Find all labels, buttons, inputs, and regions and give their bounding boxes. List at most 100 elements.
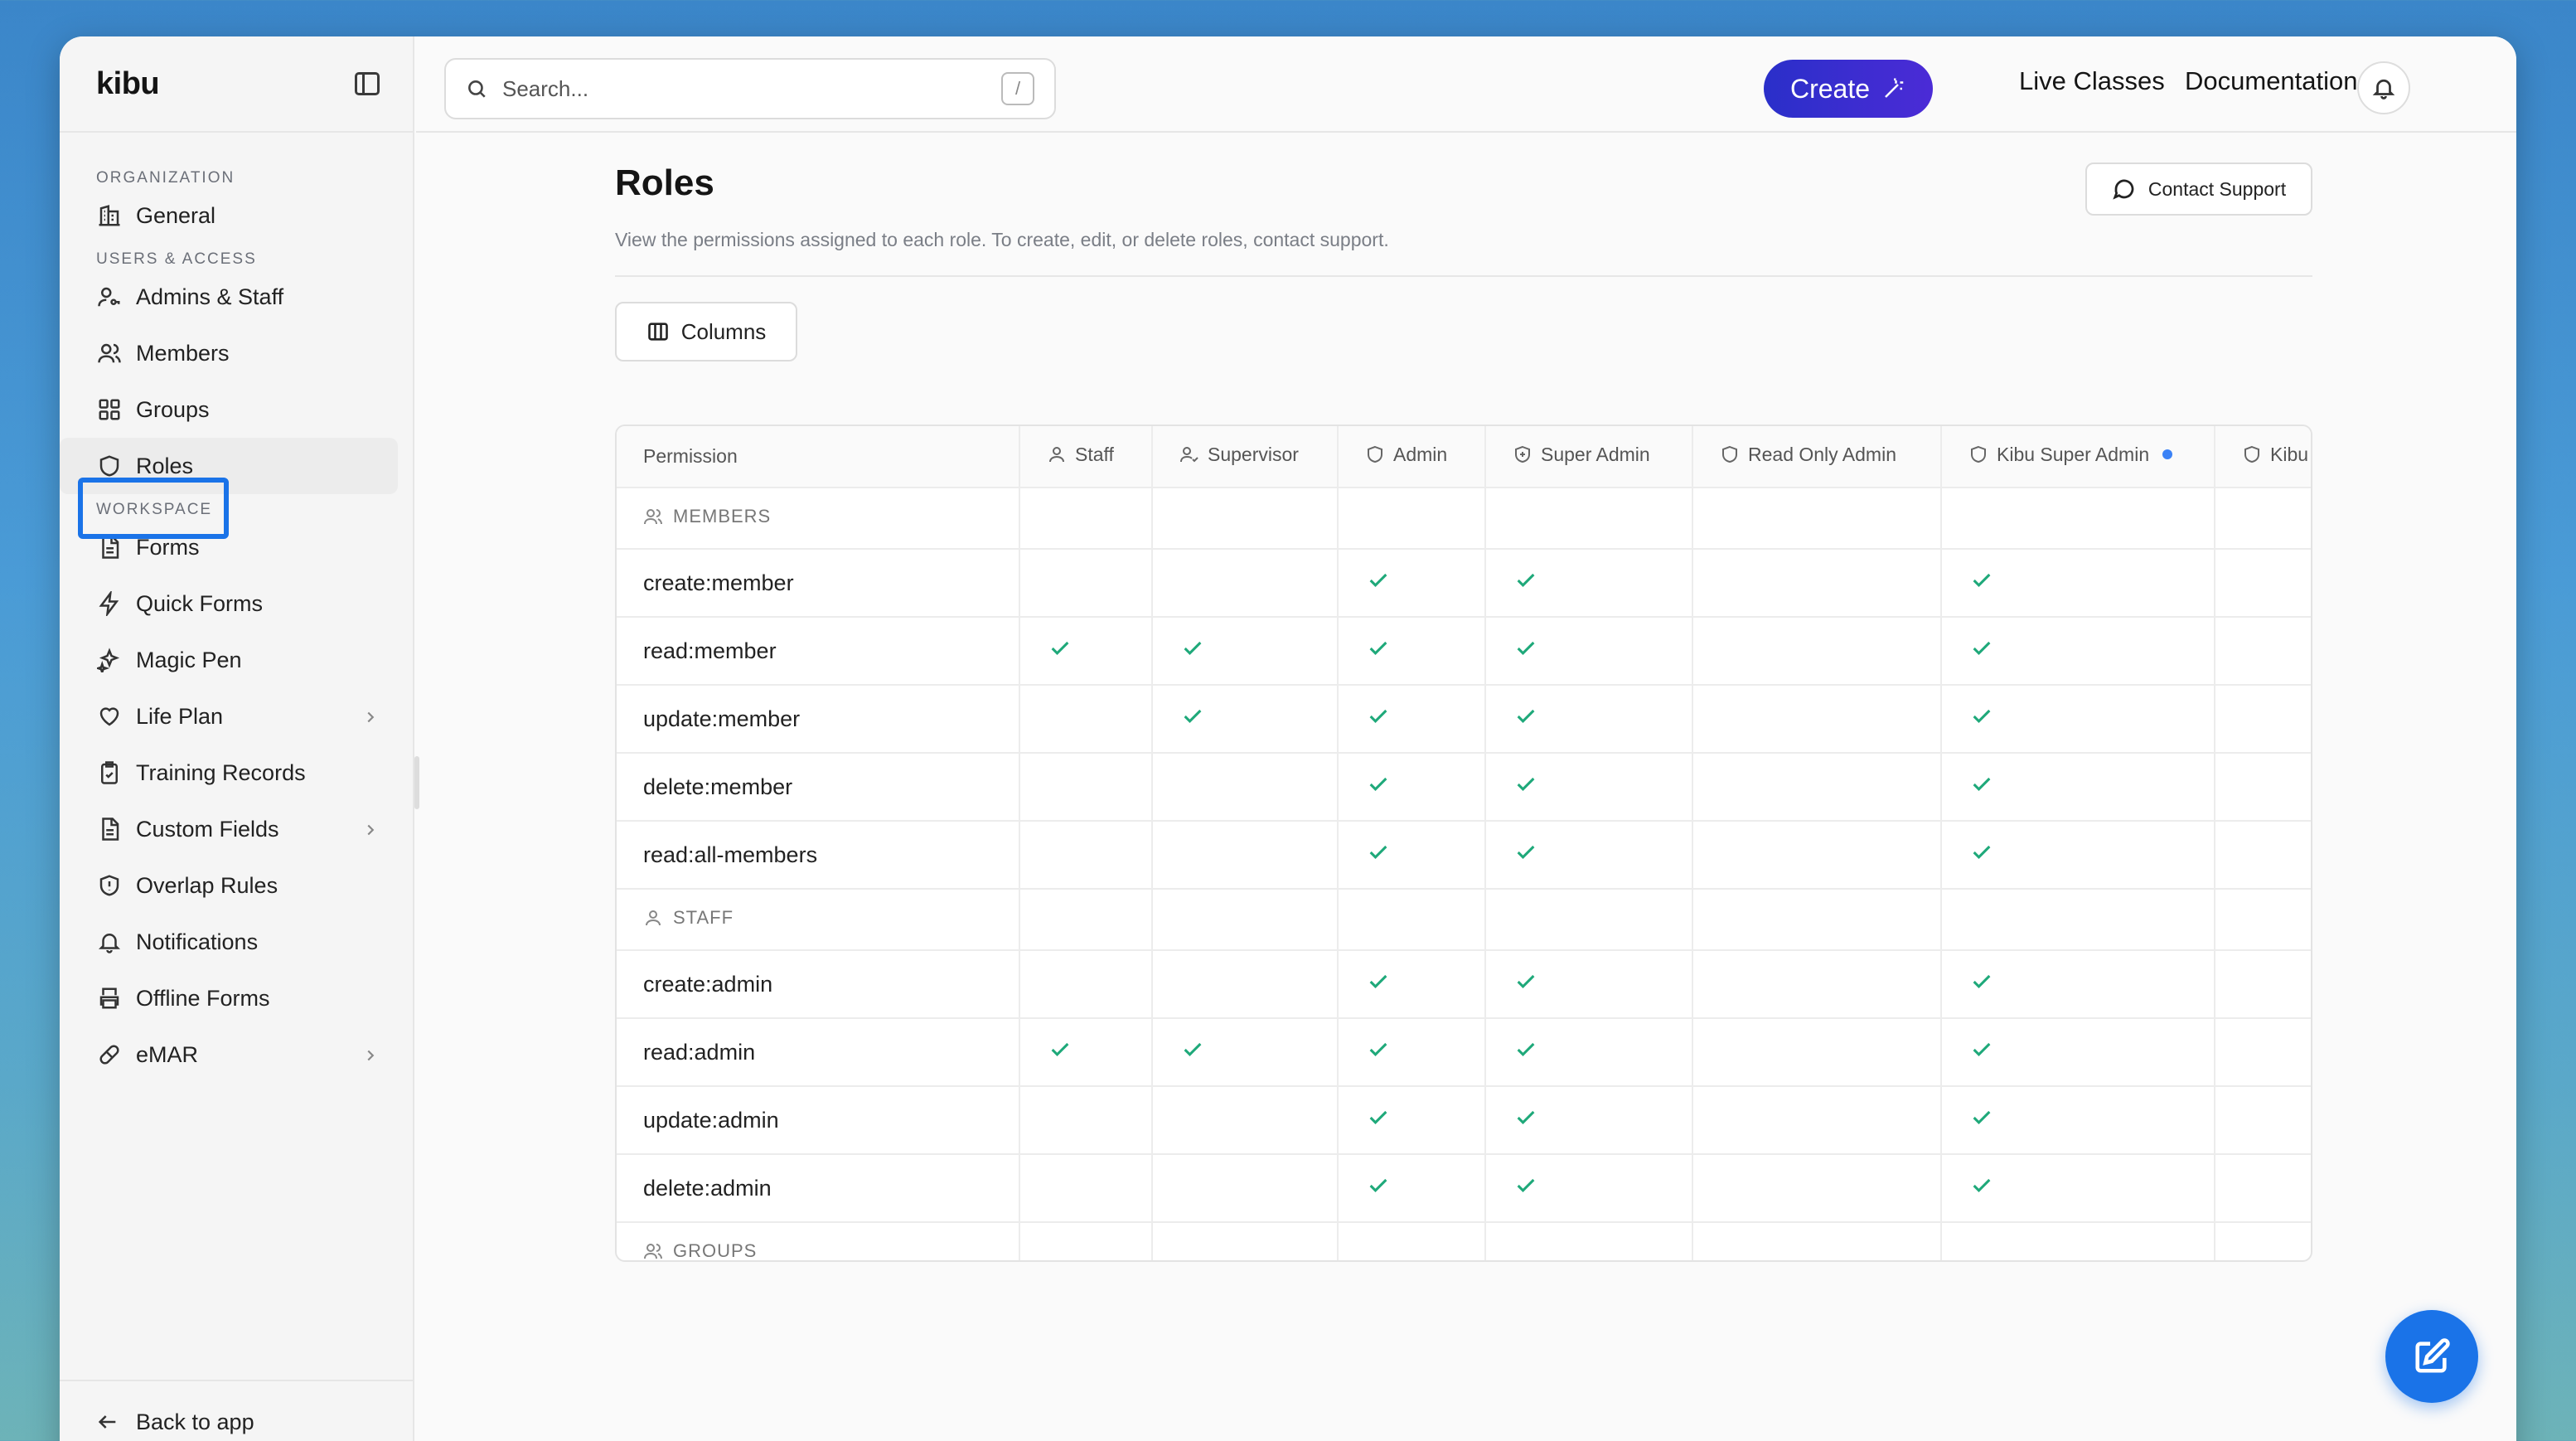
sidebar-item-label: eMAR xyxy=(136,1041,199,1067)
live-classes-link[interactable]: Live Classes xyxy=(2019,66,2165,96)
permission-cell xyxy=(1692,1018,1942,1087)
permission-cell xyxy=(1338,753,1486,822)
back-to-app-link[interactable]: Back to app xyxy=(60,1380,413,1441)
sidebar-item-label: Magic Pen xyxy=(136,647,242,672)
check-icon xyxy=(1517,641,1535,655)
main-content: Roles View the permissions assigned to e… xyxy=(416,133,2516,1441)
arrow-left-icon xyxy=(98,1415,116,1429)
column-header-role[interactable]: Supervisor xyxy=(1152,426,1339,488)
sidebar-item-notifications[interactable]: Notifications xyxy=(60,914,413,970)
check-icon xyxy=(1973,1042,1991,1056)
sidebar-item-life-plan[interactable]: Life Plan xyxy=(60,688,413,745)
sidebar-item-custom-fields[interactable]: Custom Fields xyxy=(60,801,413,857)
shield-icon xyxy=(99,455,119,477)
building-icon xyxy=(99,205,120,226)
sidebar-toggle-icon[interactable] xyxy=(355,72,380,95)
permission-name: update:member xyxy=(617,685,1020,754)
permission-cell xyxy=(1019,685,1153,754)
sidebar-item-emar[interactable]: eMAR xyxy=(60,1026,413,1083)
check-icon xyxy=(1517,573,1535,587)
shield-icon xyxy=(2244,446,2259,463)
sidebar-item-quick-forms[interactable]: Quick Forms xyxy=(60,575,413,632)
check-icon xyxy=(1973,777,1991,791)
permission-cell xyxy=(1152,617,1339,686)
permission-cell xyxy=(1485,617,1693,686)
column-header-role[interactable]: Admin xyxy=(1338,426,1486,488)
check-icon xyxy=(1369,641,1387,655)
sidebar-item-label: Members xyxy=(136,340,230,366)
sidebar-item-forms[interactable]: Forms xyxy=(60,519,413,575)
permission-cell xyxy=(2215,549,2311,618)
permission-cell xyxy=(1338,685,1486,754)
sidebar-item-members[interactable]: Members xyxy=(60,325,413,381)
document-icon xyxy=(102,818,119,841)
permission-cell xyxy=(1152,950,1339,1019)
column-header-role[interactable]: Super Admin xyxy=(1485,426,1693,488)
search-icon xyxy=(468,80,486,98)
group-row: GROUPS xyxy=(617,1222,2311,1260)
sidebar-item-general[interactable]: General xyxy=(60,187,413,244)
permission-name: delete:member xyxy=(617,753,1020,822)
sidebar-item-label: Groups xyxy=(136,396,210,422)
group-label: STAFF xyxy=(673,906,734,928)
heart-icon xyxy=(99,707,119,726)
permission-cell xyxy=(1485,1154,1693,1223)
table-row: update:admin xyxy=(617,1086,2311,1155)
check-icon xyxy=(1369,709,1387,723)
permission-cell xyxy=(1152,1018,1339,1087)
sidebar-nav: ORGANIZATION General USERS & ACCESS Admins … xyxy=(60,133,413,1083)
users-icon xyxy=(98,343,121,363)
shield-plus-icon xyxy=(1515,446,1530,463)
column-header-role[interactable]: Kibu Super Admin xyxy=(1941,426,2215,488)
sidebar-item-groups[interactable]: Groups xyxy=(60,381,413,438)
compose-fab-button[interactable] xyxy=(2385,1310,2478,1403)
user-key-icon xyxy=(98,287,120,307)
sidebar: kibu ORGANIZATION General USERS & ACCESS Ad… xyxy=(60,36,414,1441)
permission-cell xyxy=(1019,549,1153,618)
table-row: read:admin xyxy=(617,1018,2311,1087)
column-header-role[interactable]: Staff xyxy=(1019,426,1153,488)
permission-cell xyxy=(1692,685,1942,754)
check-icon xyxy=(1973,709,1991,723)
notifications-button[interactable] xyxy=(2357,61,2410,114)
permission-cell xyxy=(1692,753,1942,822)
sidebar-item-admins-staff[interactable]: Admins & Staff xyxy=(60,269,413,325)
permission-name: read:member xyxy=(617,617,1020,686)
divider xyxy=(615,275,2312,277)
grid-icon xyxy=(99,399,120,420)
table-row: read:all-members xyxy=(617,821,2311,890)
column-header-role[interactable]: Kibu xyxy=(2215,426,2311,488)
contact-support-button[interactable]: Contact Support xyxy=(2085,163,2312,216)
page-subtitle: View the permissions assigned to each ro… xyxy=(615,229,1389,250)
column-header-permission: Permission xyxy=(617,426,1020,488)
permission-cell xyxy=(1692,549,1942,618)
sidebar-section-label: ORGANIZATION xyxy=(96,169,235,187)
search-input[interactable]: Search... / xyxy=(444,58,1056,119)
sidebar-item-magic-pen[interactable]: Magic Pen xyxy=(60,632,413,688)
column-header-role[interactable]: Read Only Admin xyxy=(1692,426,1942,488)
sidebar-item-label: Offline Forms xyxy=(136,985,270,1011)
group-row: MEMBERS xyxy=(617,488,2311,550)
chevron-right-icon xyxy=(367,1050,375,1061)
create-button[interactable]: Create xyxy=(1764,60,1933,118)
check-icon xyxy=(1184,1042,1202,1056)
permission-name: create:admin xyxy=(617,950,1020,1019)
sidebar-item-label: Overlap Rules xyxy=(136,872,278,898)
page-title: Roles xyxy=(615,163,714,203)
sidebar-item-roles[interactable]: Roles xyxy=(60,438,398,494)
columns-button[interactable]: Columns xyxy=(615,302,797,361)
sidebar-item-overlap-rules[interactable]: Overlap Rules xyxy=(60,857,413,914)
sidebar-section-label: WORKSPACE xyxy=(96,501,213,518)
magic-wand-icon xyxy=(1885,78,1904,98)
chevron-right-icon xyxy=(367,711,375,723)
permission-cell xyxy=(1152,685,1339,754)
check-icon xyxy=(1517,709,1535,723)
sidebar-item-offline-forms[interactable]: Offline Forms xyxy=(60,970,413,1026)
permission-cell xyxy=(1941,950,2215,1019)
permission-name: delete:admin xyxy=(617,1154,1020,1223)
permission-cell xyxy=(2215,617,2311,686)
sidebar-item-training-records[interactable]: Training Records xyxy=(60,745,413,801)
documentation-link[interactable]: Documentation xyxy=(2185,66,2358,96)
permission-cell xyxy=(1692,1086,1942,1155)
sidebar-item-label: General xyxy=(136,202,216,228)
